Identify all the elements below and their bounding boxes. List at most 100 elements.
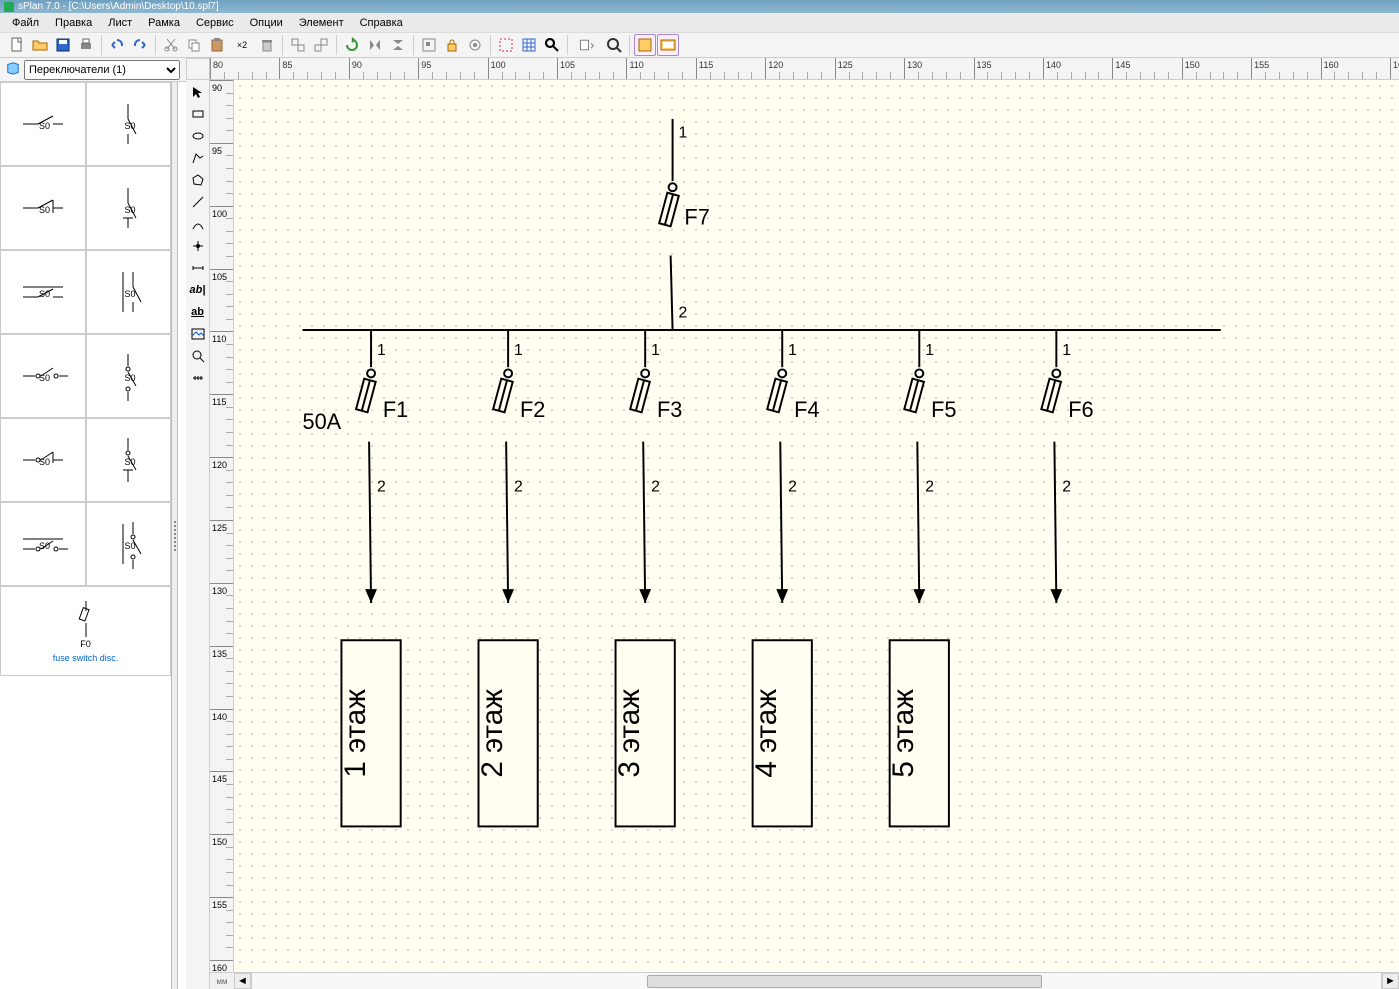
ellipse-icon[interactable] <box>188 126 208 146</box>
svg-text:2: 2 <box>925 478 934 495</box>
image-icon[interactable] <box>188 324 208 344</box>
page-icon[interactable] <box>572 34 602 56</box>
svg-text:2: 2 <box>514 478 523 495</box>
floor-box-2[interactable]: 2 этаж <box>476 640 538 826</box>
menu-edit[interactable]: Правка <box>47 15 100 31</box>
fuse-f6[interactable]: 1 F6 2 <box>1041 330 1093 603</box>
svg-text:F4: F4 <box>794 397 819 422</box>
menu-options[interactable]: Опции <box>242 15 291 31</box>
scroll-right-icon[interactable]: ► <box>1382 973 1399 989</box>
svg-text:2: 2 <box>679 305 688 322</box>
cut-icon[interactable] <box>160 34 182 56</box>
menu-sheet[interactable]: Лист <box>100 15 140 31</box>
library-item[interactable]: S0 <box>86 166 172 250</box>
floor-box-4[interactable]: 4 этаж <box>750 640 812 826</box>
scroll-thumb[interactable] <box>647 975 1042 988</box>
library-item[interactable]: S0 <box>86 502 172 586</box>
redo-icon[interactable] <box>129 34 151 56</box>
flip-h-icon[interactable] <box>364 34 386 56</box>
library-item[interactable]: S0 <box>0 166 86 250</box>
copy-icon[interactable] <box>183 34 205 56</box>
svg-text:3 этаж: 3 этаж <box>613 689 646 778</box>
search-icon[interactable] <box>541 34 563 56</box>
print-icon[interactable] <box>75 34 97 56</box>
svg-text:1: 1 <box>925 342 934 359</box>
svg-text:2 этаж: 2 этаж <box>476 689 509 778</box>
library-item[interactable]: S0 <box>0 502 86 586</box>
duplicate2-icon[interactable] <box>310 34 332 56</box>
ruler-vertical[interactable]: 9095100105110115120125130135140145150155… <box>210 80 234 972</box>
library-item[interactable]: S0 <box>86 250 172 334</box>
library-item[interactable]: S0 <box>86 418 172 502</box>
menubar[interactable]: Файл Правка Лист Рамка Сервис Опции Элем… <box>0 13 1399 32</box>
floor-box-5[interactable]: 5 этаж <box>887 640 949 826</box>
svg-text:F5: F5 <box>931 397 956 422</box>
fuse-f2[interactable]: 1 F2 2 <box>493 330 545 603</box>
library-item[interactable]: S0 <box>0 250 86 334</box>
canvas[interactable]: 1 F7 2 50A 1 F1 2 1 этаж 1 F2 2 2 этаж 1… <box>234 80 1399 972</box>
library-item[interactable]: S0 <box>0 334 86 418</box>
svg-text:F1: F1 <box>383 397 408 422</box>
library-select[interactable]: Переключатели (1) <box>24 60 180 80</box>
svg-text:F6: F6 <box>1068 397 1093 422</box>
svg-text:1: 1 <box>1062 342 1071 359</box>
paste-icon[interactable] <box>206 34 228 56</box>
new-icon[interactable] <box>6 34 28 56</box>
pointer-icon[interactable] <box>188 82 208 102</box>
text2-icon[interactable]: ab <box>188 302 208 322</box>
duplicate-icon[interactable] <box>287 34 309 56</box>
library-item[interactable]: S0 <box>0 418 86 502</box>
scroll-track[interactable] <box>251 973 1382 989</box>
fuse-f5[interactable]: 1 F5 2 <box>904 330 956 603</box>
menu-element[interactable]: Элемент <box>291 15 352 31</box>
diagram[interactable]: 1 F7 2 50A 1 F1 2 1 этаж 1 F2 2 2 этаж 1… <box>234 80 1399 972</box>
paste-x2-icon[interactable]: ×2 <box>229 34 255 56</box>
rect-icon[interactable] <box>188 104 208 124</box>
fuse-f1[interactable]: 1 F1 2 <box>356 330 408 603</box>
scroll-left-icon[interactable]: ◄ <box>234 973 251 989</box>
dimension-icon[interactable] <box>188 258 208 278</box>
rotate-icon[interactable] <box>341 34 363 56</box>
polygon-icon[interactable] <box>188 170 208 190</box>
poly-icon[interactable] <box>188 148 208 168</box>
settings-icon[interactable] <box>464 34 486 56</box>
library-item[interactable]: S0 <box>86 334 172 418</box>
library-last-caption: fuse switch disc. <box>53 653 119 663</box>
menu-frame[interactable]: Рамка <box>140 15 188 31</box>
frame-icon[interactable] <box>657 34 679 56</box>
text1-icon[interactable]: ab| <box>188 280 208 300</box>
zoom-icon[interactable] <box>603 34 625 56</box>
undo-icon[interactable] <box>106 34 128 56</box>
fuse-f7[interactable]: 1 F7 2 <box>659 119 710 330</box>
save-icon[interactable] <box>52 34 74 56</box>
preview-icon[interactable] <box>634 34 656 56</box>
grid-icon[interactable] <box>518 34 540 56</box>
open-icon[interactable] <box>29 34 51 56</box>
ruler-horizontal[interactable]: 8085909510010511011512012513013514014515… <box>210 58 1399 80</box>
menu-file[interactable]: Файл <box>4 15 47 31</box>
splitter[interactable] <box>172 82 178 989</box>
delete-icon[interactable] <box>256 34 278 56</box>
h-scrollbar[interactable]: мм ◄ ► <box>210 972 1399 989</box>
line-icon[interactable] <box>188 192 208 212</box>
fuse-f4[interactable]: 1 F4 2 <box>767 330 819 603</box>
library-item[interactable]: S0 <box>0 82 86 166</box>
floor-box-1[interactable]: 1 этаж <box>339 640 401 826</box>
curve-icon[interactable] <box>188 214 208 234</box>
junction-icon[interactable] <box>188 236 208 256</box>
measure-icon[interactable] <box>188 368 208 388</box>
library-item-last[interactable]: F0 fuse switch disc. <box>0 586 171 676</box>
flip-v-icon[interactable] <box>387 34 409 56</box>
group-icon[interactable] <box>418 34 440 56</box>
app-icon <box>4 2 14 12</box>
zoom-tool-icon[interactable] <box>188 346 208 366</box>
snap-icon[interactable] <box>495 34 517 56</box>
floor-box-3[interactable]: 3 этаж <box>613 640 675 826</box>
menu-help[interactable]: Справка <box>352 15 411 31</box>
menu-service[interactable]: Сервис <box>188 15 242 31</box>
fuse-f3[interactable]: 1 F3 2 <box>630 330 682 603</box>
svg-text:2: 2 <box>788 478 797 495</box>
library-item[interactable]: S0 <box>86 82 172 166</box>
lock-icon[interactable] <box>441 34 463 56</box>
svg-text:2: 2 <box>1062 478 1071 495</box>
